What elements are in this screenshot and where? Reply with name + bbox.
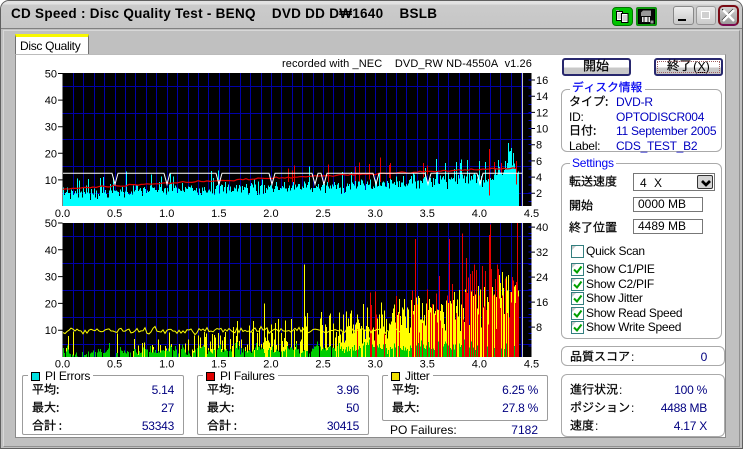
svg-text:10: 10 <box>45 325 57 337</box>
svg-text:1.5: 1.5 <box>211 208 226 220</box>
svg-text:20: 20 <box>45 148 57 160</box>
svg-text:0.5: 0.5 <box>107 359 122 371</box>
svg-text:0.0: 0.0 <box>55 208 70 220</box>
svg-text:3.0: 3.0 <box>368 359 383 371</box>
svg-text:4.0: 4.0 <box>472 208 487 220</box>
svg-text:2.5: 2.5 <box>315 359 330 371</box>
svg-text:40: 40 <box>536 222 548 234</box>
svg-text:16: 16 <box>536 297 548 309</box>
svg-text:3.0: 3.0 <box>368 208 383 220</box>
svg-text:6: 6 <box>536 156 542 168</box>
svg-text:40: 40 <box>45 245 57 257</box>
svg-text:4.5: 4.5 <box>524 359 539 371</box>
svg-text:10: 10 <box>45 175 57 187</box>
svg-text:10: 10 <box>536 124 548 136</box>
svg-text:1.0: 1.0 <box>159 208 174 220</box>
svg-text:14: 14 <box>536 91 548 103</box>
svg-text:2.5: 2.5 <box>315 208 330 220</box>
svg-text:12: 12 <box>536 107 548 119</box>
svg-text:3.5: 3.5 <box>420 208 435 220</box>
svg-text:2.0: 2.0 <box>263 208 278 220</box>
svg-text:24: 24 <box>536 272 548 284</box>
svg-text:40: 40 <box>45 95 57 107</box>
svg-text:2: 2 <box>536 188 542 200</box>
svg-text:0.5: 0.5 <box>107 208 122 220</box>
svg-text:1.0: 1.0 <box>159 359 174 371</box>
svg-text:30: 30 <box>45 122 57 134</box>
svg-text:4.0: 4.0 <box>472 359 487 371</box>
svg-text:50: 50 <box>45 69 57 81</box>
svg-text:8: 8 <box>536 322 542 334</box>
svg-text:4.5: 4.5 <box>524 208 539 220</box>
svg-text:32: 32 <box>536 247 548 259</box>
svg-text:8: 8 <box>536 140 542 152</box>
svg-text:20: 20 <box>45 298 57 310</box>
svg-text:4: 4 <box>536 172 542 184</box>
svg-text:30: 30 <box>45 272 57 284</box>
svg-text:16: 16 <box>536 75 548 87</box>
